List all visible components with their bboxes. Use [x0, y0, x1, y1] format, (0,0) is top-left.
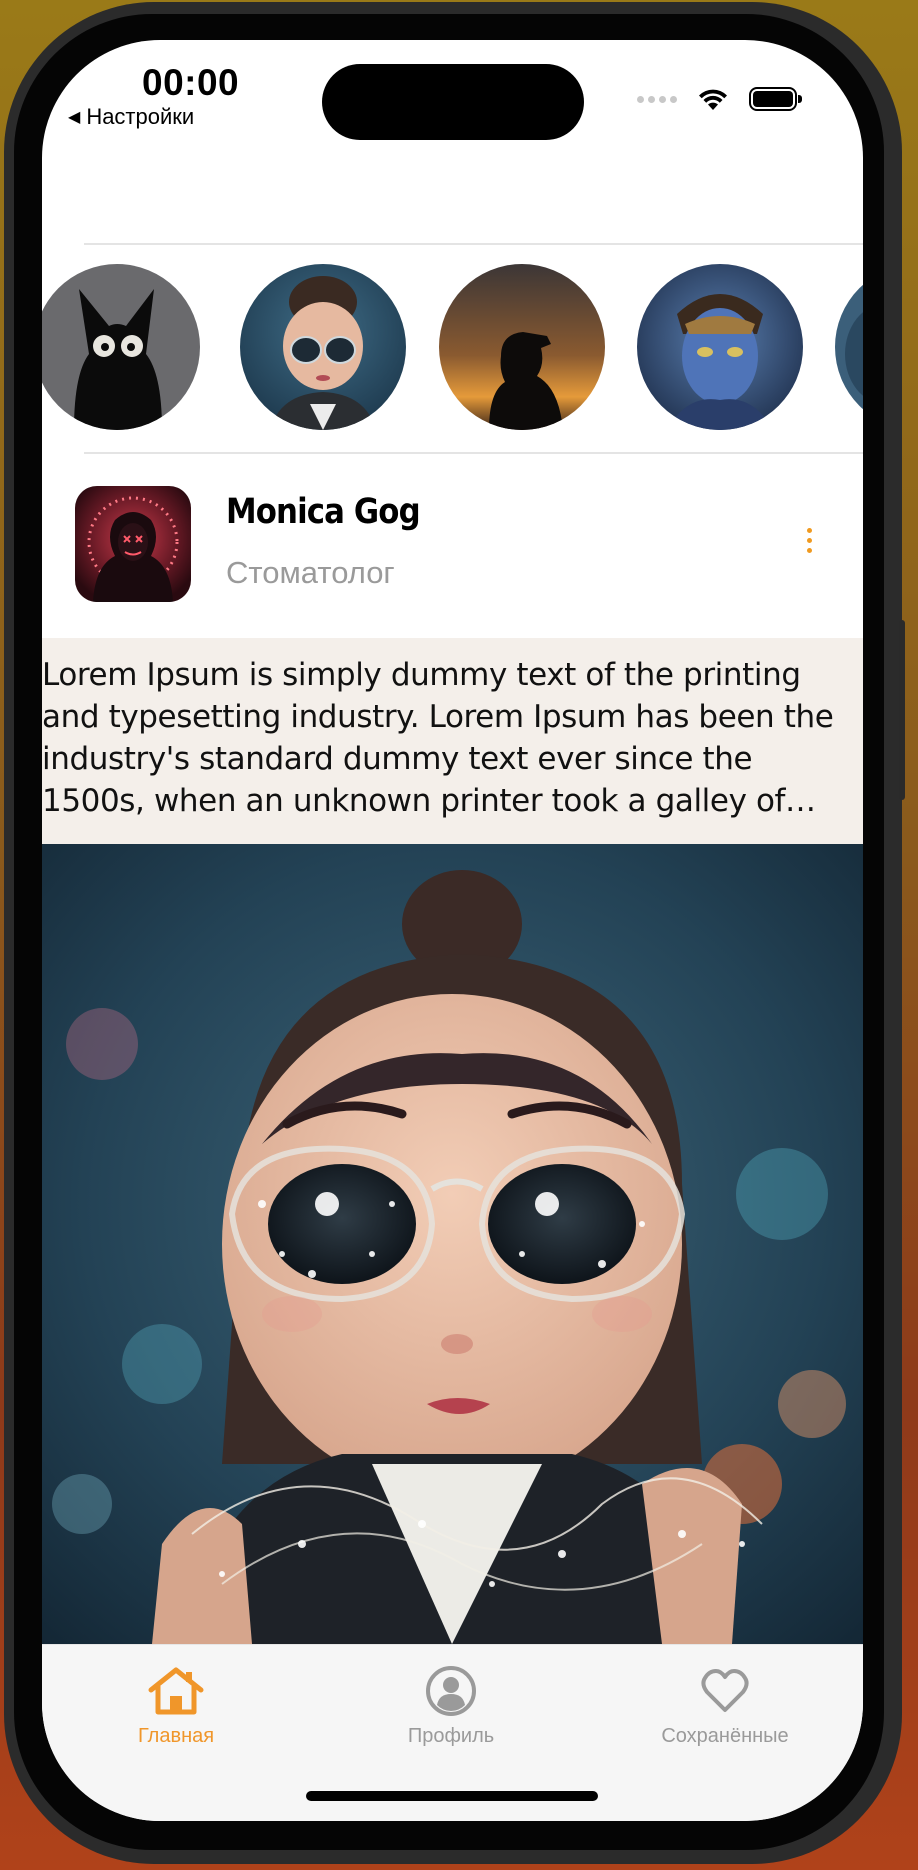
status-indicators: [637, 86, 802, 112]
post-text-container: Lorem Ipsum is simply dummy text of the …: [42, 638, 863, 844]
neon-mask-avatar-icon: [75, 486, 191, 602]
more-options-icon[interactable]: [804, 528, 814, 562]
post-author-name[interactable]: Monica Gog: [226, 492, 421, 532]
tab-home[interactable]: Главная: [76, 1661, 276, 1748]
stories-row[interactable]: [42, 264, 863, 434]
tab-saved-label: Сохранённые: [661, 1725, 789, 1747]
story-avatar-navi[interactable]: [637, 264, 803, 430]
tab-saved[interactable]: Сохранённые: [625, 1661, 825, 1748]
house-icon: [148, 1667, 204, 1715]
stories-top-divider: [84, 243, 863, 245]
status-time: 00:00: [142, 62, 240, 103]
stories-bottom-divider: [84, 452, 863, 454]
story-avatar-partial[interactable]: [835, 264, 863, 430]
cartoon-girl-glasses-avatar-icon: [240, 264, 406, 430]
sunset-silhouette-avatar-icon: [439, 264, 605, 430]
partial-avatar-icon: [835, 264, 863, 430]
post-author-avatar[interactable]: [75, 486, 191, 602]
post-author-role: Стоматолог: [226, 555, 395, 590]
post-image[interactable]: [42, 844, 863, 1644]
status-bar: 00:00 ◀ Настройки: [42, 40, 863, 150]
story-avatar-cat[interactable]: [42, 264, 200, 430]
wifi-icon: [699, 89, 727, 110]
back-label: Настройки: [86, 104, 195, 129]
story-avatar-silhouette[interactable]: [439, 264, 605, 430]
side-button: [899, 620, 905, 800]
post-text: Lorem Ipsum is simply dummy text of the …: [42, 657, 834, 819]
cartoon-girl-with-fairy-lights-image: [42, 844, 863, 1644]
cellular-signal-icon: [637, 95, 677, 103]
tab-profile[interactable]: Профиль: [351, 1661, 551, 1748]
tab-profile-label: Профиль: [407, 1725, 495, 1747]
back-to-settings-link[interactable]: ◀ Настройки: [68, 104, 194, 130]
back-triangle-icon: ◀: [68, 109, 81, 126]
person-circle-icon: [426, 1666, 476, 1716]
tab-home-label: Главная: [137, 1725, 215, 1747]
app-screen: 00:00 ◀ Настройки Monica Gog Стоматолог …: [42, 40, 863, 1821]
home-indicator: [306, 1791, 598, 1801]
heart-icon: [701, 1669, 749, 1712]
dynamic-island: [322, 64, 584, 140]
avatar-navi-avatar-icon: [637, 264, 803, 430]
battery-icon: [749, 87, 802, 111]
black-cat-avatar-icon: [42, 264, 200, 430]
story-avatar-cartoon-girl[interactable]: [240, 264, 406, 430]
